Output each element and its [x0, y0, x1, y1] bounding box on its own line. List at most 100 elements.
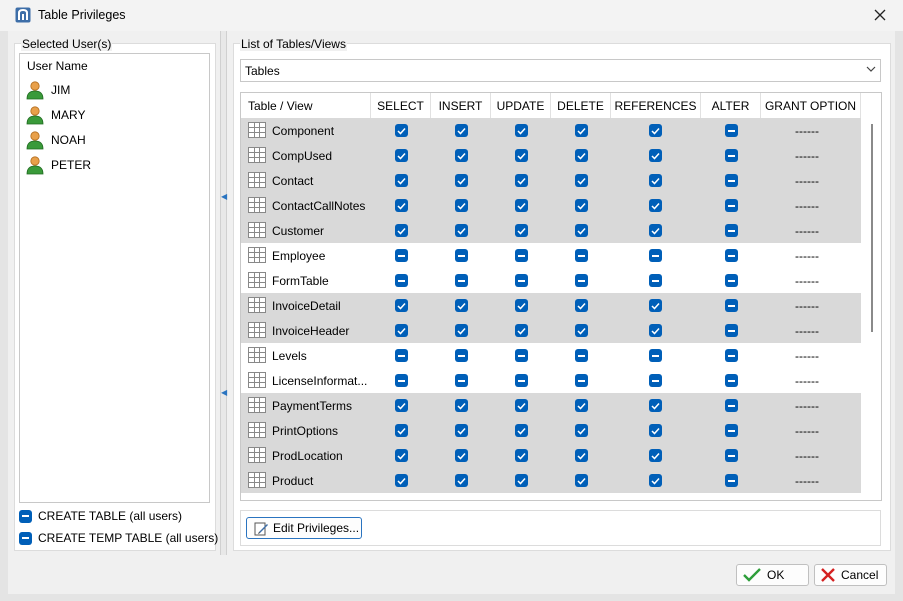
checked-checkbox-icon[interactable] [395, 224, 408, 237]
checked-checkbox-icon[interactable] [515, 399, 528, 412]
column-header[interactable]: DELETE [551, 93, 611, 118]
checked-checkbox-icon[interactable] [575, 299, 588, 312]
vertical-scrollbar[interactable] [871, 124, 873, 332]
checked-checkbox-icon[interactable] [395, 449, 408, 462]
checked-checkbox-icon[interactable] [575, 474, 588, 487]
edit-privileges-button[interactable]: Edit Privileges... [246, 517, 362, 539]
column-header[interactable]: GRANT OPTION [761, 93, 861, 118]
checked-checkbox-icon[interactable] [455, 424, 468, 437]
checked-checkbox-icon[interactable] [395, 199, 408, 212]
checked-checkbox-icon[interactable] [649, 424, 662, 437]
indeterminate-checkbox-icon[interactable] [725, 474, 738, 487]
checked-checkbox-icon[interactable] [515, 174, 528, 187]
checked-checkbox-icon[interactable] [515, 124, 528, 137]
checked-checkbox-icon[interactable] [649, 474, 662, 487]
indeterminate-checkbox-icon[interactable] [725, 374, 738, 387]
checked-checkbox-icon[interactable] [575, 424, 588, 437]
indeterminate-checkbox-icon[interactable] [575, 249, 588, 262]
checked-checkbox-icon[interactable] [649, 124, 662, 137]
checked-checkbox-icon[interactable] [455, 399, 468, 412]
checked-checkbox-icon[interactable] [395, 174, 408, 187]
panel-splitter[interactable] [220, 31, 227, 555]
indeterminate-checkbox-icon[interactable] [19, 531, 32, 545]
checked-checkbox-icon[interactable] [395, 424, 408, 437]
indeterminate-checkbox-icon[interactable] [725, 149, 738, 162]
checked-checkbox-icon[interactable] [395, 124, 408, 137]
checked-checkbox-icon[interactable] [575, 399, 588, 412]
indeterminate-checkbox-icon[interactable] [649, 249, 662, 262]
indeterminate-checkbox-icon[interactable] [515, 374, 528, 387]
user-list-item[interactable]: PETER [25, 154, 91, 176]
user-list-item[interactable]: MARY [25, 104, 85, 126]
indeterminate-checkbox-icon[interactable] [725, 349, 738, 362]
column-header[interactable]: INSERT [431, 93, 491, 118]
checked-checkbox-icon[interactable] [455, 149, 468, 162]
checked-checkbox-icon[interactable] [515, 424, 528, 437]
indeterminate-checkbox-icon[interactable] [575, 274, 588, 287]
indeterminate-checkbox-icon[interactable] [725, 124, 738, 137]
table-row[interactable] [241, 468, 861, 493]
checked-checkbox-icon[interactable] [649, 174, 662, 187]
indeterminate-checkbox-icon[interactable] [19, 509, 32, 523]
checked-checkbox-icon[interactable] [649, 224, 662, 237]
indeterminate-checkbox-icon[interactable] [725, 199, 738, 212]
indeterminate-checkbox-icon[interactable] [649, 274, 662, 287]
table-row[interactable] [241, 143, 861, 168]
checked-checkbox-icon[interactable] [515, 324, 528, 337]
table-row[interactable] [241, 218, 861, 243]
checked-checkbox-icon[interactable] [395, 324, 408, 337]
checked-checkbox-icon[interactable] [649, 199, 662, 212]
indeterminate-checkbox-icon[interactable] [725, 224, 738, 237]
indeterminate-checkbox-icon[interactable] [455, 374, 468, 387]
table-row[interactable] [241, 268, 861, 293]
checked-checkbox-icon[interactable] [649, 299, 662, 312]
column-header[interactable]: ALTER [701, 93, 761, 118]
checked-checkbox-icon[interactable] [455, 224, 468, 237]
checked-checkbox-icon[interactable] [575, 199, 588, 212]
user-list-item[interactable]: JIM [25, 79, 70, 101]
indeterminate-checkbox-icon[interactable] [725, 449, 738, 462]
column-header[interactable]: REFERENCES [611, 93, 701, 118]
indeterminate-checkbox-icon[interactable] [649, 374, 662, 387]
indeterminate-checkbox-icon[interactable] [395, 249, 408, 262]
checked-checkbox-icon[interactable] [515, 299, 528, 312]
checked-checkbox-icon[interactable] [455, 299, 468, 312]
indeterminate-checkbox-icon[interactable] [395, 374, 408, 387]
ok-button[interactable]: OK [736, 564, 809, 586]
indeterminate-checkbox-icon[interactable] [575, 374, 588, 387]
permission-checkbox[interactable]: CREATE TEMP TABLE (all users) [19, 531, 218, 545]
permission-checkbox[interactable]: CREATE TABLE (all users) [19, 509, 182, 523]
cancel-button[interactable]: Cancel [814, 564, 887, 586]
indeterminate-checkbox-icon[interactable] [725, 274, 738, 287]
collapse-left-icon-lower[interactable]: ◀ [221, 389, 227, 397]
checked-checkbox-icon[interactable] [575, 149, 588, 162]
checked-checkbox-icon[interactable] [395, 149, 408, 162]
collapse-left-icon[interactable]: ◀ [221, 193, 227, 201]
table-row[interactable] [241, 168, 861, 193]
checked-checkbox-icon[interactable] [395, 299, 408, 312]
checked-checkbox-icon[interactable] [515, 149, 528, 162]
checked-checkbox-icon[interactable] [455, 124, 468, 137]
table-row[interactable] [241, 243, 861, 268]
checked-checkbox-icon[interactable] [515, 199, 528, 212]
indeterminate-checkbox-icon[interactable] [395, 349, 408, 362]
indeterminate-checkbox-icon[interactable] [725, 174, 738, 187]
indeterminate-checkbox-icon[interactable] [575, 349, 588, 362]
checked-checkbox-icon[interactable] [575, 124, 588, 137]
indeterminate-checkbox-icon[interactable] [725, 324, 738, 337]
indeterminate-checkbox-icon[interactable] [725, 249, 738, 262]
indeterminate-checkbox-icon[interactable] [515, 249, 528, 262]
checked-checkbox-icon[interactable] [455, 199, 468, 212]
checked-checkbox-icon[interactable] [455, 174, 468, 187]
table-row[interactable] [241, 343, 861, 368]
checked-checkbox-icon[interactable] [649, 449, 662, 462]
checked-checkbox-icon[interactable] [649, 149, 662, 162]
checked-checkbox-icon[interactable] [455, 474, 468, 487]
column-header[interactable]: SELECT [371, 93, 431, 118]
indeterminate-checkbox-icon[interactable] [725, 399, 738, 412]
indeterminate-checkbox-icon[interactable] [455, 349, 468, 362]
checked-checkbox-icon[interactable] [575, 174, 588, 187]
indeterminate-checkbox-icon[interactable] [455, 249, 468, 262]
checked-checkbox-icon[interactable] [649, 399, 662, 412]
indeterminate-checkbox-icon[interactable] [455, 274, 468, 287]
